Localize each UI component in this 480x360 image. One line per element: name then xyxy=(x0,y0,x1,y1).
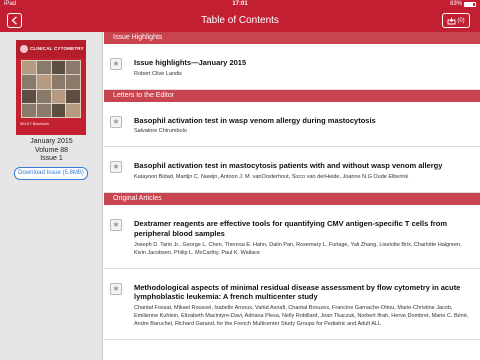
cover-title: CLINICAL CYTOMETRY xyxy=(30,46,84,51)
section-header-original-articles: Original Articles xyxy=(104,193,480,206)
battery-icon xyxy=(464,2,476,7)
battery-percent: 83% xyxy=(449,1,462,7)
article-row[interactable]: ★ Issue highlights—January 2015 Robert C… xyxy=(104,44,480,90)
section-header-issue-highlights: Issue Highlights xyxy=(104,32,480,44)
article-row[interactable]: ★ Methodological aspects of minimal resi… xyxy=(104,269,480,340)
favorite-star-icon[interactable]: ★ xyxy=(110,161,122,174)
cart-button[interactable]: (0) xyxy=(442,13,470,28)
issue-volume: Volume 88 xyxy=(34,147,69,154)
cart-count: (0) xyxy=(457,17,465,24)
issue-cover-image[interactable]: CLINICAL CYTOMETRY WILEY Blackwell xyxy=(16,40,86,135)
cover-publisher: WILEY Blackwell xyxy=(20,122,50,126)
article-row[interactable]: ★ Basophil activation test in mastocytos… xyxy=(104,147,480,194)
article-authors: Robert Clive Landis xyxy=(134,70,182,77)
article-authors: Salvatore Chirumbolo xyxy=(134,128,187,135)
article-title[interactable]: Dextramer reagents are effective tools f… xyxy=(134,219,470,239)
favorite-star-icon[interactable]: ★ xyxy=(110,58,122,70)
page-title: Table of Contents xyxy=(201,15,279,26)
article-row[interactable]: ★ Dextramer reagents are effective tools… xyxy=(104,205,480,269)
battery-fill xyxy=(465,3,474,6)
article-authors: Joseph D. Tario Jr., George L. Chen, The… xyxy=(134,241,462,256)
cover-logo-icon xyxy=(20,45,28,53)
status-time: 17:01 xyxy=(232,1,248,7)
article-authors: Chantal Fossat, Mikael Roussel, Isabelle… xyxy=(134,305,469,328)
article-row[interactable]: ★ Basophil activation test in wasp venom… xyxy=(104,102,480,148)
toc-list: Issue Highlights ★ Issue highlights—Janu… xyxy=(104,32,480,360)
article-title[interactable]: Basophil activation test in mastocytosis… xyxy=(134,161,470,171)
article-title[interactable]: Basophil activation test in wasp venom a… xyxy=(134,116,470,126)
article-title[interactable]: Methodological aspects of minimal residu… xyxy=(134,283,470,303)
favorite-star-icon[interactable]: ★ xyxy=(110,219,122,232)
status-right: 83% xyxy=(450,0,476,9)
issue-sidebar: CLINICAL CYTOMETRY WILEY Blackwell Janua… xyxy=(0,32,103,360)
article-authors: Katayoon Bidad, Martijn C. Nawijn, Antoo… xyxy=(134,174,409,181)
status-bar: iPad 17:01 83% xyxy=(0,0,480,9)
issue-number: Issue 1 xyxy=(40,155,63,162)
download-tray-icon xyxy=(447,17,456,24)
download-issue-button[interactable]: Download Issue (5.8MB) xyxy=(14,167,88,180)
cover-photo-grid xyxy=(21,60,81,118)
section-header-letters: Letters to the Editor xyxy=(104,89,480,102)
favorite-star-icon[interactable]: ★ xyxy=(110,282,122,295)
article-title[interactable]: Issue highlights—January 2015 xyxy=(134,58,470,68)
nav-bar: Table of Contents (0) xyxy=(0,9,480,32)
favorite-star-icon[interactable]: ★ xyxy=(110,115,122,128)
issue-date: January 2015 xyxy=(30,138,73,145)
